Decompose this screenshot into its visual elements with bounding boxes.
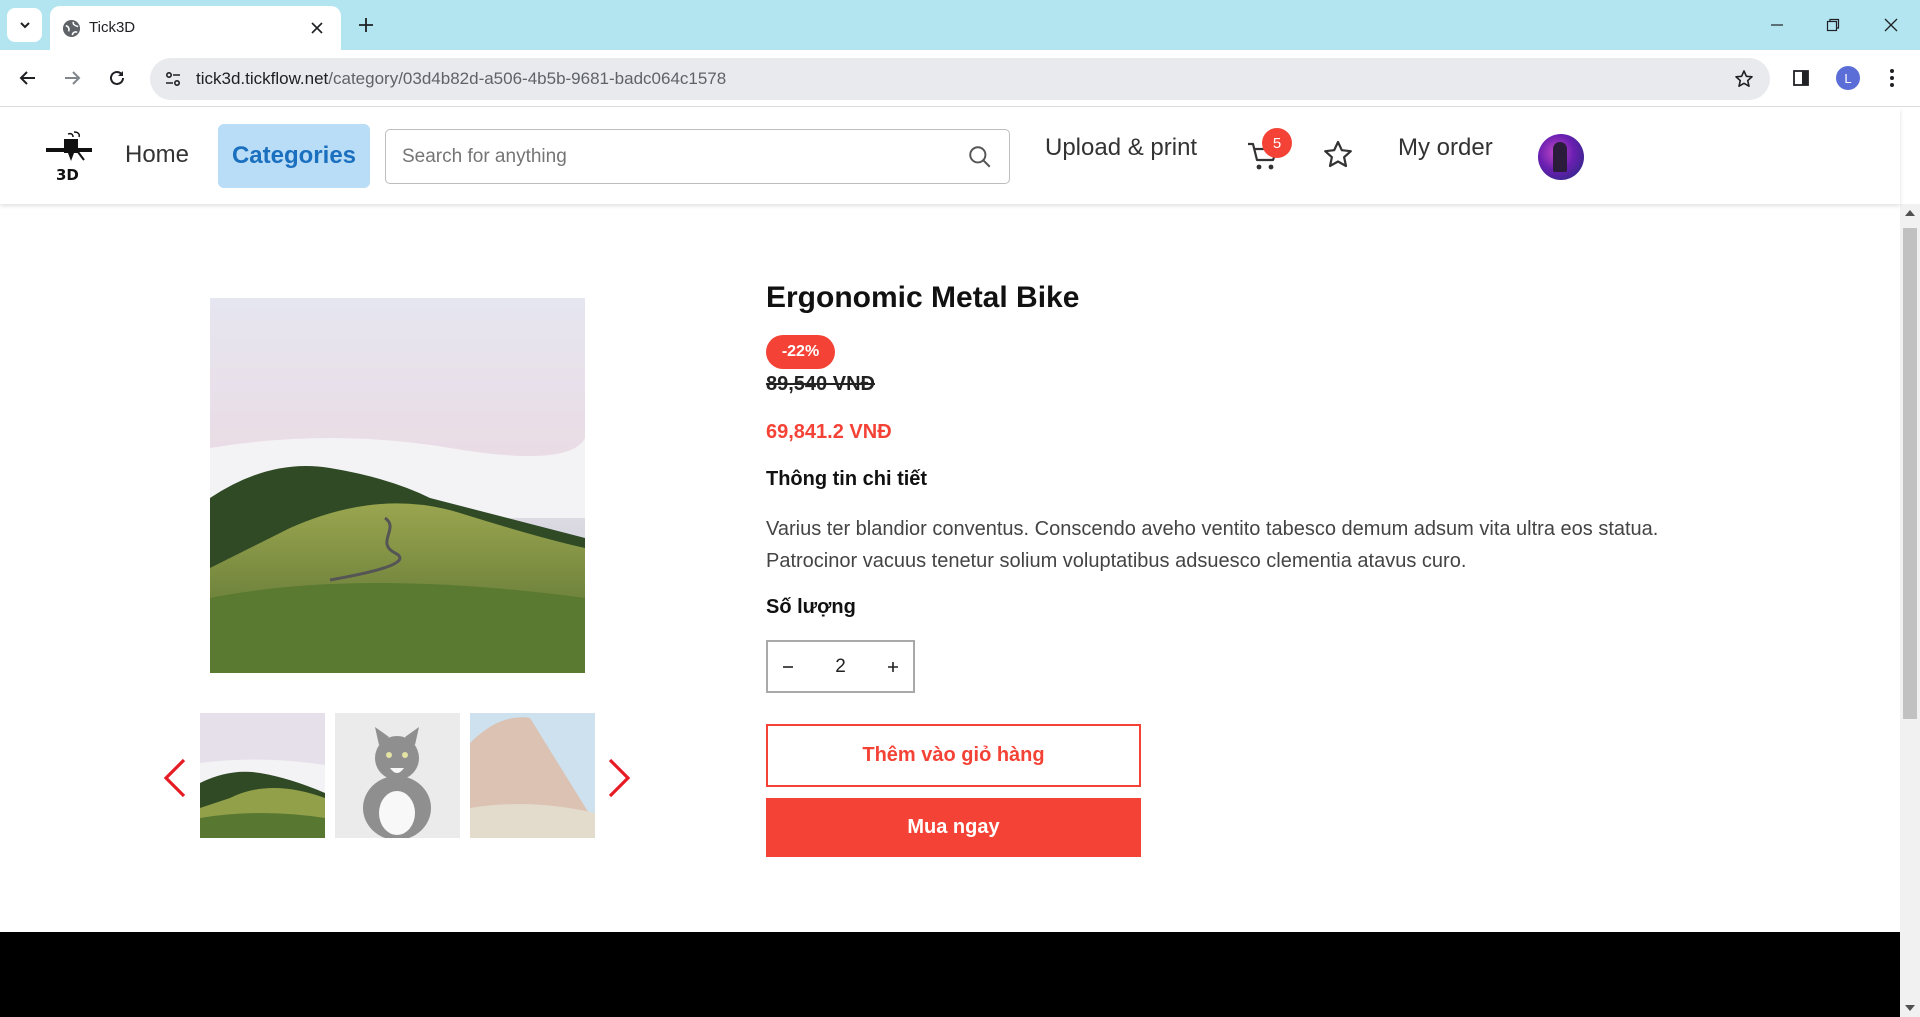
nav-categories-link[interactable]: Categories	[218, 124, 370, 188]
quantity-stepper	[766, 640, 915, 693]
chevron-left-icon[interactable]	[160, 756, 190, 800]
close-icon[interactable]	[306, 17, 328, 39]
search-icon[interactable]	[967, 144, 993, 170]
tick3d-logo[interactable]: 3D	[44, 130, 94, 184]
profile-avatar[interactable]: L	[1836, 66, 1860, 90]
star-icon[interactable]	[1322, 139, 1354, 171]
minus-icon	[783, 665, 793, 668]
quantity-input[interactable]	[808, 642, 873, 691]
chevron-right-icon[interactable]	[604, 756, 634, 800]
browser-toolbar: tick3d.tickflow.net/category/03d4b82d-a5…	[0, 50, 1920, 107]
restore-button[interactable]	[1818, 10, 1848, 40]
thumbnail-cat[interactable]	[335, 713, 460, 838]
back-button[interactable]	[13, 63, 43, 93]
cart-count-badge: 5	[1262, 128, 1292, 158]
chevron-down-icon	[19, 22, 30, 29]
quantity-heading: Số lượng	[766, 596, 856, 618]
scroll-down-arrow[interactable]	[1905, 1005, 1915, 1011]
user-avatar[interactable]	[1538, 134, 1584, 180]
more-menu-icon[interactable]	[1880, 63, 1904, 93]
nav-home-link[interactable]: Home	[112, 123, 202, 187]
scroll-up-arrow[interactable]	[1905, 210, 1915, 216]
plus-icon	[888, 661, 898, 672]
plus-icon	[359, 18, 373, 32]
search-box	[385, 129, 1010, 184]
add-to-cart-button[interactable]: Thêm vào giỏ hàng	[766, 724, 1141, 787]
svg-text:3D: 3D	[56, 166, 79, 184]
search-input[interactable]	[402, 142, 942, 172]
bookmark-star-icon[interactable]	[1730, 65, 1758, 93]
details-heading: Thông tin chi tiết	[766, 468, 928, 490]
thumbnail-landscape[interactable]	[200, 713, 325, 838]
globe-icon	[62, 19, 81, 38]
discount-badge: -22%	[766, 335, 835, 369]
site-footer	[0, 932, 1900, 1017]
page-viewport: 3D Home Categories Upload & print 5 My o…	[0, 108, 1920, 1017]
side-panel-icon[interactable]	[1786, 63, 1816, 93]
thumbnail-desert[interactable]	[470, 713, 595, 838]
forward-button[interactable]	[57, 63, 87, 93]
url-host: tick3d.tickflow.net	[196, 69, 329, 88]
close-icon	[1884, 18, 1898, 32]
window-close-button[interactable]	[1876, 10, 1906, 40]
reload-button[interactable]	[102, 63, 132, 93]
nav-my-order-link[interactable]: My order	[1398, 134, 1493, 162]
increase-quantity-button[interactable]	[873, 642, 913, 691]
reload-icon	[110, 70, 124, 85]
tab-title: Tick3D	[89, 19, 136, 36]
original-price: 89,540 VNĐ	[766, 373, 875, 395]
scroll-thumb[interactable]	[1903, 228, 1917, 719]
product-main-image	[210, 298, 585, 673]
restore-icon	[1826, 18, 1840, 32]
site-header: 3D Home Categories Upload & print 5 My o…	[0, 108, 1900, 204]
minimize-button[interactable]	[1762, 10, 1792, 40]
avatar-figure	[1553, 142, 1567, 172]
decrease-quantity-button[interactable]	[768, 642, 808, 691]
nav-upload-print-link[interactable]: Upload & print	[1045, 134, 1197, 162]
buy-now-button[interactable]: Mua ngay	[766, 798, 1141, 857]
browser-tab-bar: Tick3D	[0, 0, 1920, 50]
arrow-right-icon	[65, 71, 81, 85]
browser-tab[interactable]: Tick3D	[50, 6, 341, 50]
new-tab-button[interactable]	[353, 12, 379, 38]
site-info-icon[interactable]	[160, 66, 186, 92]
arrow-left-icon	[19, 71, 35, 85]
tab-search-button[interactable]	[7, 8, 42, 42]
url-text: tick3d.tickflow.net/category/03d4b82d-a5…	[196, 69, 726, 89]
url-path: /category/03d4b82d-a506-4b5b-9681-badc06…	[328, 69, 727, 88]
minimize-icon	[1771, 24, 1783, 26]
sale-price: 69,841.2 VNĐ	[766, 421, 892, 443]
address-bar[interactable]: tick3d.tickflow.net/category/03d4b82d-a5…	[150, 58, 1770, 100]
page-scrollbar[interactable]	[1900, 204, 1920, 1017]
product-title: Ergonomic Metal Bike	[766, 281, 1080, 314]
product-description: Varius ter blandior conventus. Conscendo…	[766, 518, 1659, 572]
